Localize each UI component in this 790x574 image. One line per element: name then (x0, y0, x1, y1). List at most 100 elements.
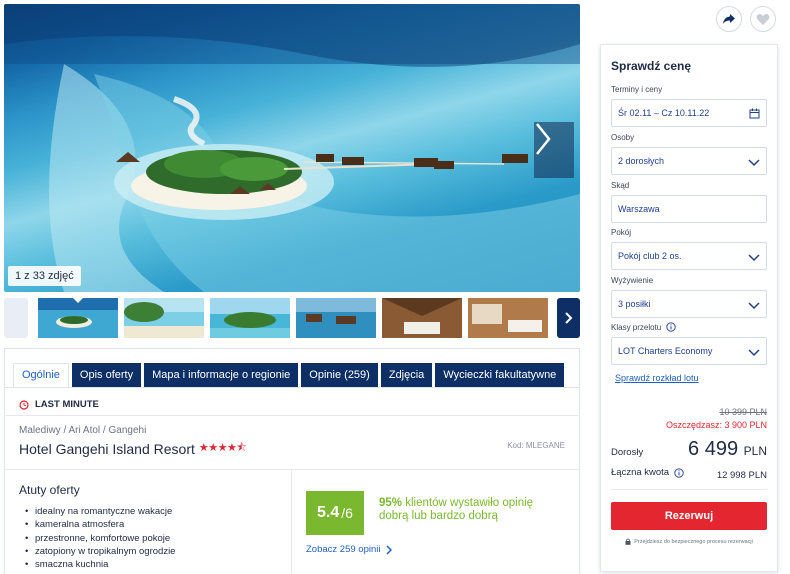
adult-price-currency: PLN (743, 444, 767, 458)
chevron-down-icon (748, 254, 760, 262)
list-item: kameralna atmosfera (25, 518, 175, 532)
book-button[interactable]: Rezerwuj (611, 502, 767, 530)
board-label: Wyżywienie (611, 276, 654, 285)
thumbnail-strip (4, 296, 580, 340)
departure-value: Warszawa (618, 204, 660, 214)
adult-label: Dorosły (611, 447, 644, 458)
chevron-right-icon (536, 123, 551, 155)
info-icon[interactable] (674, 467, 684, 478)
price-panel-title: Sprawdź cenę (611, 59, 692, 73)
total-price: 12 998 PLN (716, 470, 767, 481)
tabs-divider (5, 387, 579, 388)
secure-note-text: Przejdziesz do bezpiecznego procesu reze… (634, 538, 753, 545)
tab-bar: Ogólnie Opis oferty Mapa i informacje o … (13, 363, 565, 387)
dates-value: Śr 02.11 – Cz 10.11.22 (618, 108, 710, 118)
review-summary: 95% klientów wystawiło opinię dobrą lub … (379, 497, 559, 523)
hotel-name: Hotel Gangehi Island Resort (19, 440, 195, 457)
info-icon[interactable] (666, 322, 676, 332)
see-reviews-link[interactable]: Zobacz 259 opinii (306, 544, 393, 555)
divider (5, 469, 579, 470)
share-icon (723, 14, 735, 24)
thumbnail-2[interactable] (124, 298, 204, 338)
hotel-title: Hotel Gangehi Island Resort ★★★★⯪ (19, 439, 247, 458)
review-summary-text: klientów wystawiło opinię dobrą lub bard… (379, 497, 534, 522)
thumbnail-1[interactable] (36, 296, 120, 340)
flight-class-label: Klasy przelotu (611, 322, 662, 332)
thumbnail-image (382, 298, 462, 338)
chevron-down-icon (748, 302, 760, 310)
total-label: Łączna kwota (611, 467, 670, 478)
price-panel: Sprawdź cenę Terminy i ceny Śr 02.11 – C… (600, 44, 778, 572)
hero-photo[interactable]: 1 z 33 zdjęć (4, 4, 580, 292)
secure-note: Przejdziesz do bezpiecznego procesu reze… (611, 538, 767, 545)
thumbnails-prev-button[interactable] (4, 298, 28, 338)
old-price: 10 399 PLN (719, 407, 767, 417)
lock-icon (625, 538, 631, 545)
review-score: 5.4 (317, 504, 340, 521)
list-item: smaczna kuchnia (25, 558, 175, 572)
highlights-list: idealny na romantyczne wakacje kameralna… (25, 505, 175, 572)
persons-select[interactable]: 2 dorosłych (611, 147, 767, 175)
board-value: 3 posiłki (618, 299, 651, 309)
photo-counter: 1 z 33 zdjęć (8, 266, 81, 286)
chevron-right-icon (564, 312, 572, 324)
thumbnail-image (468, 298, 548, 338)
tab-map-region[interactable]: Mapa i informacje o regionie (144, 363, 299, 387)
star-rating: ★★★★⯪ (198, 442, 247, 454)
persons-value: 2 dorosłych (618, 156, 665, 166)
adult-price-value: 6 499 (688, 438, 739, 460)
tab-photos[interactable]: Zdjęcia (380, 363, 433, 387)
divider (5, 415, 579, 416)
room-label: Pokój (611, 228, 632, 237)
highlights-title: Atuty oferty (19, 483, 80, 497)
tab-overview[interactable]: Ogólnie (13, 363, 69, 387)
board-select[interactable]: 3 posiłki (611, 290, 767, 318)
offer-card: Ogólnie Opis oferty Mapa i informacje o … (4, 348, 580, 574)
dates-field[interactable]: Śr 02.11 – Cz 10.11.22 (611, 99, 767, 127)
thumbnail-image (38, 298, 118, 338)
list-item: przestronne, komfortowe pokoje (25, 532, 175, 546)
clock-icon (19, 399, 29, 410)
last-minute-badge: LAST MINUTE (19, 399, 99, 410)
favorite-button[interactable] (750, 6, 776, 32)
review-score-badge: 5.4 /6 (306, 491, 364, 535)
next-photo-button[interactable] (534, 122, 574, 178)
list-item: zatopiony w tropikalnym ogrodzie (25, 545, 175, 559)
thumbnail-3[interactable] (210, 298, 290, 338)
thumbnail-5[interactable] (382, 298, 462, 338)
offer-code: Kod: MLEGANE (507, 441, 565, 450)
divider (611, 489, 767, 490)
breadcrumb: Malediwy / Ari Atol / Gangehi (19, 425, 147, 436)
flight-class-value: LOT Charters Economy (618, 346, 713, 356)
review-percent: 95% (379, 497, 403, 509)
room-value: Pokój club 2 os. (618, 251, 682, 261)
tab-reviews[interactable]: Opinie (259) (301, 363, 378, 387)
chevron-down-icon (748, 349, 760, 357)
last-minute-label: LAST MINUTE (35, 399, 99, 410)
chevron-right-icon (386, 544, 393, 555)
persons-label: Osoby (611, 133, 635, 142)
room-select[interactable]: Pokój club 2 os. (611, 242, 767, 270)
share-button[interactable] (716, 6, 742, 32)
flight-class-select[interactable]: LOT Charters Economy (611, 337, 767, 365)
divider (291, 469, 292, 574)
savings-text: Oszczędzasz: 3 900 PLN (665, 420, 767, 430)
tab-offer-description[interactable]: Opis oferty (71, 363, 142, 387)
thumbnail-image (296, 298, 376, 338)
adult-price: 6 499 PLN (688, 438, 767, 461)
heart-icon (756, 13, 770, 25)
list-item: idealny na romantyczne wakacje (25, 505, 175, 519)
thumbnail-6[interactable] (468, 298, 548, 338)
island-illustration (4, 4, 580, 292)
thumbnails-next-button[interactable] (557, 298, 580, 338)
tab-excursions[interactable]: Wycieczki fakultatywne (435, 363, 565, 387)
total-label-row: Łączna kwota (611, 467, 684, 478)
dates-label: Terminy i ceny (611, 85, 663, 94)
departure-field[interactable]: Warszawa (611, 195, 767, 223)
flight-schedule-link[interactable]: Sprawdź rozkład lotu (615, 373, 699, 383)
thumbnail-4[interactable] (296, 298, 376, 338)
see-reviews-label: Zobacz 259 opinii (306, 544, 381, 555)
review-scale: /6 (341, 505, 353, 521)
chevron-down-icon (748, 159, 760, 167)
departure-label: Skąd (611, 181, 630, 190)
